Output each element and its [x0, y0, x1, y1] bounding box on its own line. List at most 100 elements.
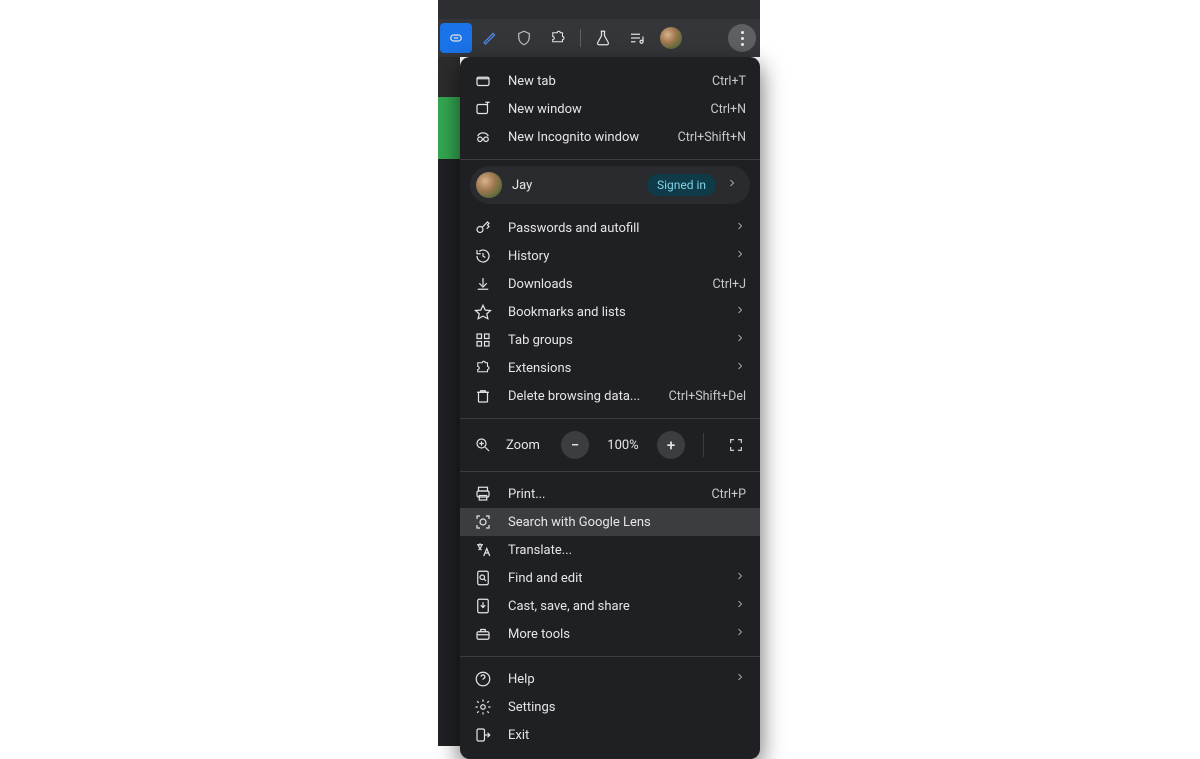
save-page-icon	[474, 597, 492, 615]
puzzle-icon	[549, 29, 567, 47]
menu-item-label: Passwords and autofill	[508, 221, 718, 236]
menu-item-label: More tools	[508, 627, 718, 642]
toolbar-separator	[580, 29, 581, 47]
menu-item-settings[interactable]: Settings	[460, 693, 760, 721]
menu-zoom-row: Zoom − 100% +	[460, 423, 760, 467]
zoom-separator	[703, 433, 704, 457]
link-icon	[447, 29, 465, 47]
menu-item-help[interactable]: Help	[460, 665, 760, 693]
incognito-icon	[474, 128, 492, 146]
zoom-icon	[474, 436, 492, 454]
menu-item-label: Settings	[508, 700, 746, 715]
menu-item-passwords[interactable]: Passwords and autofill	[460, 214, 760, 242]
chevron-right-icon	[734, 248, 746, 264]
shield-icon	[515, 29, 533, 47]
puzzle-icon	[474, 359, 492, 377]
menu-item-label: History	[508, 249, 718, 264]
print-icon	[474, 485, 492, 503]
chrome-main-menu: New tab Ctrl+T New window Ctrl+N New Inc…	[460, 57, 760, 759]
zoom-value: 100%	[603, 438, 643, 453]
zoom-out-button[interactable]: −	[561, 431, 589, 459]
trash-icon	[474, 387, 492, 405]
more-vert-icon	[741, 31, 744, 46]
profile-button[interactable]	[655, 23, 687, 53]
menu-divider	[460, 159, 760, 160]
chrome-menu-button[interactable]	[728, 24, 756, 52]
menu-item-more-tools[interactable]: More tools	[460, 620, 760, 648]
menu-item-new-window[interactable]: New window Ctrl+N	[460, 95, 760, 123]
minus-icon: −	[571, 436, 579, 454]
download-icon	[474, 275, 492, 293]
labs-button[interactable]	[587, 23, 619, 53]
chevron-right-icon	[734, 671, 746, 687]
menu-item-cast-save-share[interactable]: Cast, save, and share	[460, 592, 760, 620]
menu-item-history[interactable]: History	[460, 242, 760, 270]
menu-item-new-tab[interactable]: New tab Ctrl+T	[460, 67, 760, 95]
browser-chrome-top	[438, 0, 760, 19]
extension-toolbar	[438, 19, 760, 57]
page-band-dark	[438, 57, 460, 97]
menu-item-label: Cast, save, and share	[508, 599, 718, 614]
chevron-right-icon	[734, 570, 746, 586]
new-window-icon	[474, 100, 492, 118]
profile-name: Jay	[512, 178, 637, 193]
menu-item-shortcut: Ctrl+T	[712, 74, 746, 89]
menu-item-find-edit[interactable]: Find and edit	[460, 564, 760, 592]
extensions-button[interactable]	[542, 23, 574, 53]
menu-item-label: Bookmarks and lists	[508, 305, 718, 320]
menu-divider	[460, 471, 760, 472]
menu-item-print[interactable]: Print... Ctrl+P	[460, 480, 760, 508]
menu-item-label: New window	[508, 102, 694, 117]
media-controls-button[interactable]	[621, 23, 653, 53]
menu-item-label: Extensions	[508, 361, 718, 376]
page-background-sliver	[438, 57, 460, 746]
key-icon	[474, 219, 492, 237]
chevron-right-icon	[726, 177, 738, 193]
toolbox-icon	[474, 625, 492, 643]
menu-item-label: Search with Google Lens	[508, 515, 746, 530]
menu-divider	[460, 656, 760, 657]
zoom-label: Zoom	[506, 438, 547, 453]
menu-item-label: Translate...	[508, 543, 746, 558]
menu-profile-row[interactable]: Jay Signed in	[470, 166, 750, 204]
menu-item-label: New tab	[508, 74, 696, 89]
menu-item-translate[interactable]: Translate...	[460, 536, 760, 564]
fullscreen-icon	[728, 437, 744, 453]
menu-item-label: Delete browsing data...	[508, 389, 653, 404]
chevron-right-icon	[734, 220, 746, 236]
exit-icon	[474, 726, 492, 744]
menu-item-extensions[interactable]: Extensions	[460, 354, 760, 382]
avatar-icon	[660, 27, 682, 49]
find-in-page-icon	[474, 569, 492, 587]
marker-icon	[481, 29, 499, 47]
translate-icon	[474, 541, 492, 559]
zoom-in-button[interactable]: +	[657, 431, 685, 459]
extension-link-button[interactable]	[440, 23, 472, 53]
menu-item-shortcut: Ctrl+Shift+N	[678, 130, 746, 145]
lens-icon	[474, 513, 492, 531]
extension-shield-button[interactable]	[508, 23, 540, 53]
chevron-right-icon	[734, 598, 746, 614]
fullscreen-button[interactable]	[722, 431, 750, 459]
playlist-icon	[628, 29, 646, 47]
menu-item-label: New Incognito window	[508, 130, 662, 145]
profile-status-pill: Signed in	[647, 174, 716, 196]
menu-item-label: Tab groups	[508, 333, 718, 348]
menu-item-delete-browsing-data[interactable]: Delete browsing data... Ctrl+Shift+Del	[460, 382, 760, 410]
menu-item-exit[interactable]: Exit	[460, 721, 760, 749]
chevron-right-icon	[734, 360, 746, 376]
menu-item-incognito[interactable]: New Incognito window Ctrl+Shift+N	[460, 123, 760, 151]
gear-icon	[474, 698, 492, 716]
extension-marker-button[interactable]	[474, 23, 506, 53]
menu-item-shortcut: Ctrl+P	[712, 487, 746, 502]
history-icon	[474, 247, 492, 265]
menu-item-google-lens[interactable]: Search with Google Lens	[460, 508, 760, 536]
chevron-right-icon	[734, 332, 746, 348]
menu-item-tabgroups[interactable]: Tab groups	[460, 326, 760, 354]
menu-item-downloads[interactable]: Downloads Ctrl+J	[460, 270, 760, 298]
grid-icon	[474, 331, 492, 349]
menu-item-bookmarks[interactable]: Bookmarks and lists	[460, 298, 760, 326]
help-icon	[474, 670, 492, 688]
plus-icon: +	[667, 436, 675, 454]
flask-icon	[594, 29, 612, 47]
